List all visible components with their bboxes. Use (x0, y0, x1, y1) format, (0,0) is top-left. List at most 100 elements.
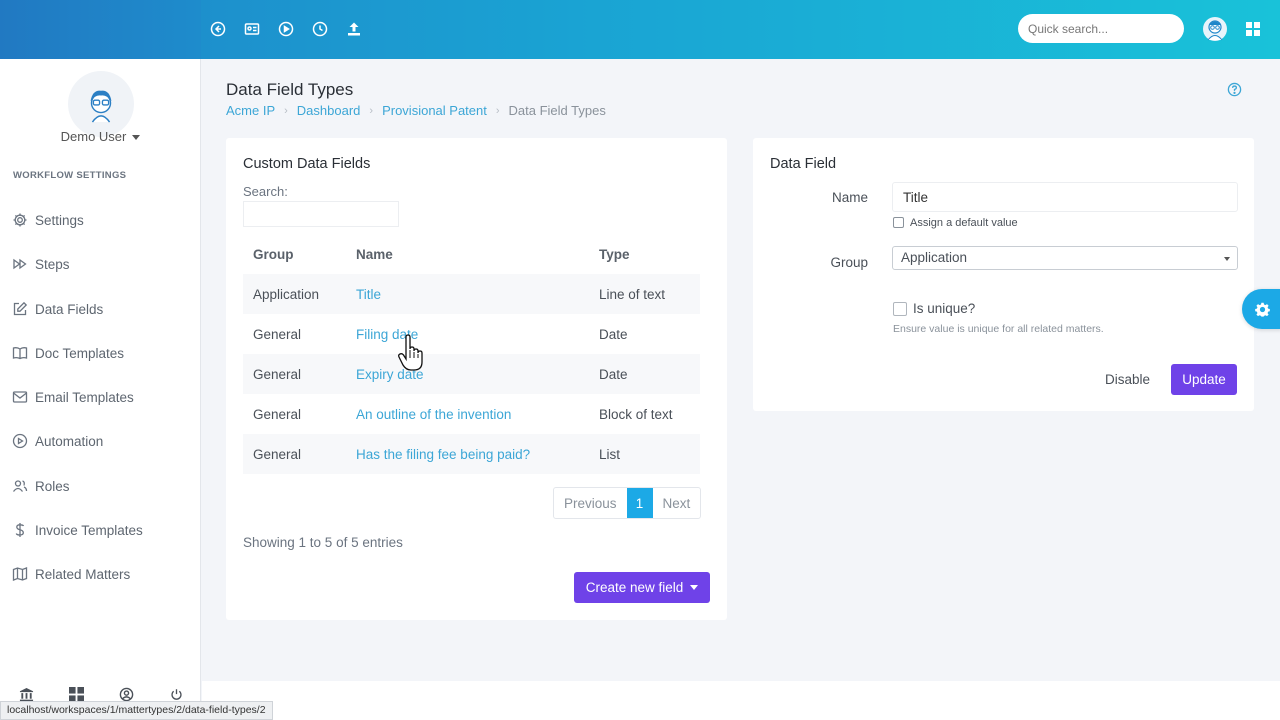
page-title: Data Field Types (226, 80, 354, 99)
breadcrumb-link-acme-ip[interactable]: Acme IP (226, 103, 275, 118)
field-link[interactable]: An outline of the invention (356, 407, 511, 422)
sidebar-item-label: Invoice Templates (35, 522, 143, 538)
is-unique-hint: Ensure value is unique for all related m… (893, 323, 1104, 335)
chevron-right-icon: › (284, 104, 288, 117)
button-label: Create new field (585, 580, 684, 595)
previous-page-button[interactable]: Previous (554, 488, 627, 518)
upload-icon[interactable] (344, 19, 364, 39)
data-fields-table: Group Name Type Application Title Line o… (243, 234, 700, 474)
search-label: Search: (243, 184, 288, 199)
sidebar: Demo User WORKFLOW SETTINGS Settings Ste… (0, 59, 201, 720)
column-header-name[interactable]: Name (346, 234, 589, 274)
cell-group: General (253, 326, 302, 342)
map-icon (12, 567, 28, 581)
hand-cursor-icon (397, 334, 425, 372)
dashboard-grid-icon[interactable] (66, 686, 86, 702)
name-label: Name (831, 190, 868, 205)
section-title: WORKFLOW SETTINGS (13, 170, 127, 181)
default-value-label: Assign a default value (910, 217, 1018, 229)
table-row: General Has the filing fee being paid? L… (243, 434, 700, 474)
user-avatar[interactable] (1202, 16, 1228, 42)
table-row: General An outline of the invention Bloc… (243, 394, 700, 434)
is-unique-label: Is unique? (913, 301, 976, 316)
brand-area (0, 0, 201, 59)
apps-grid-icon[interactable] (1246, 22, 1260, 36)
breadcrumb-link-provisional-patent[interactable]: Provisional Patent (382, 103, 487, 118)
chevron-right-icon: › (369, 104, 374, 117)
cell-type: List (589, 434, 700, 474)
entries-info: Showing 1 to 5 of 5 entries (243, 535, 403, 550)
gear-icon (1254, 302, 1270, 317)
field-link[interactable]: Title (356, 287, 381, 302)
sidebar-item-related-matters[interactable]: Related Matters (12, 563, 130, 585)
breadcrumb-link-dashboard[interactable]: Dashboard (297, 103, 361, 118)
chevron-down-icon (1224, 257, 1230, 261)
column-header-type[interactable]: Type (589, 234, 700, 274)
column-header-group[interactable]: Group (243, 234, 346, 274)
breadcrumb-current: Data Field Types (508, 103, 606, 118)
table-search-input[interactable] (243, 201, 399, 227)
cell-type: Date (589, 354, 700, 394)
table-row: General Expiry date Date (243, 354, 700, 394)
page-1-button[interactable]: 1 (626, 488, 653, 518)
name-field[interactable] (892, 182, 1238, 212)
sidebar-item-doc-templates[interactable]: Doc Templates (12, 342, 124, 364)
sidebar-item-label: Doc Templates (35, 345, 125, 361)
bank-icon[interactable] (16, 686, 36, 702)
caret-down-icon (690, 585, 699, 590)
sidebar-item-automation[interactable]: Automation (12, 430, 103, 452)
card-title: Custom Data Fields (243, 156, 371, 172)
sidebar-item-label: Roles (35, 478, 70, 494)
id-card-icon[interactable] (242, 19, 262, 39)
sidebar-avatar[interactable] (68, 71, 134, 137)
group-selected-value: Application (901, 250, 968, 265)
disable-button[interactable]: Disable (1105, 372, 1150, 387)
field-link[interactable]: Has the filing fee being paid? (356, 447, 530, 462)
clock-icon[interactable] (310, 19, 330, 39)
account-circle-icon[interactable] (116, 686, 136, 702)
sidebar-item-label: Email Templates (35, 389, 134, 405)
user-name: Demo User (60, 129, 127, 144)
sidebar-item-invoice-templates[interactable]: Invoice Templates (12, 519, 143, 541)
quick-search-input[interactable] (1018, 14, 1184, 43)
settings-fab[interactable] (1242, 289, 1280, 329)
sidebar-item-roles[interactable]: Roles (12, 475, 70, 497)
play-circle-icon[interactable] (276, 19, 296, 39)
back-icon[interactable] (208, 19, 228, 39)
cell-type: Date (599, 326, 628, 342)
sidebar-item-email-templates[interactable]: Email Templates (12, 386, 134, 408)
power-icon[interactable] (166, 686, 186, 702)
sidebar-item-label: Automation (35, 433, 104, 449)
dollar-icon (15, 523, 25, 537)
default-value-checkbox[interactable] (893, 217, 904, 228)
book-icon (12, 347, 28, 360)
users-icon (12, 480, 28, 492)
top-bar (0, 0, 1280, 59)
sidebar-item-label: Related Matters (35, 566, 131, 582)
status-bar-url: localhost/workspaces/1/mattertypes/2/dat… (0, 701, 273, 720)
sidebar-item-steps[interactable]: Steps (12, 253, 70, 275)
sidebar-item-data-fields[interactable]: Data Fields (12, 298, 103, 320)
card-title: Data Field (770, 156, 837, 172)
data-field-card: Data Field Name Assign a default value G… (753, 138, 1254, 411)
cell-group: General (243, 354, 346, 394)
edit-icon (13, 301, 28, 316)
footer-strip (202, 681, 1280, 720)
chevron-right-icon: › (495, 104, 500, 117)
cell-group: General (243, 434, 346, 474)
next-page-button[interactable]: Next (653, 488, 701, 518)
sidebar-item-settings[interactable]: Settings (12, 209, 84, 231)
help-icon[interactable] (1227, 82, 1242, 97)
sidebar-item-label: Settings (35, 212, 84, 228)
is-unique-checkbox[interactable] (893, 302, 907, 316)
cell-group: Application (243, 274, 346, 314)
user-menu[interactable]: Demo User (0, 129, 201, 144)
cell-type: Block of text (599, 406, 673, 422)
table-row: Application Title Line of text (243, 274, 700, 314)
sidebar-item-label: Data Fields (35, 301, 104, 317)
update-button[interactable]: Update (1171, 364, 1237, 395)
mail-icon (12, 391, 28, 403)
group-select[interactable]: Application (892, 246, 1238, 270)
group-label: Group (830, 255, 868, 270)
create-new-field-button[interactable]: Create new field (574, 572, 710, 603)
